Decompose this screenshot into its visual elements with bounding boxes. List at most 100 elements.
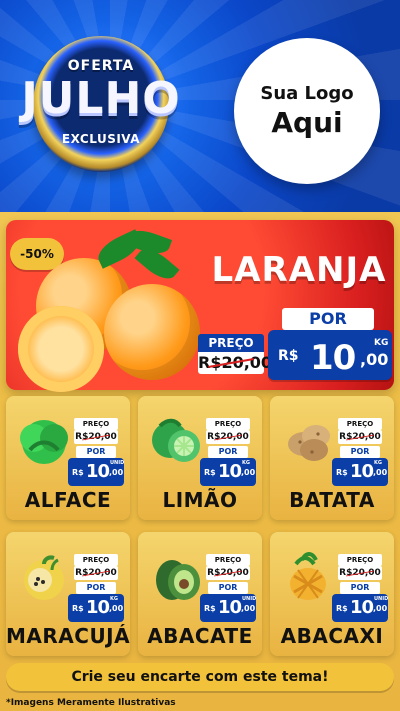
new-price-label: POR xyxy=(76,582,116,594)
new-price-value: R$ 10 ,00 UNID xyxy=(68,458,124,486)
new-price-label: POR xyxy=(282,308,374,330)
amount: 10 xyxy=(310,338,356,378)
product-name: MARACUJÁ xyxy=(6,624,131,648)
old-price-label: PREÇO xyxy=(198,334,264,352)
lime-icon xyxy=(146,410,206,470)
product-name: ABACAXI xyxy=(280,624,384,648)
old-price-label: PREÇO xyxy=(338,418,382,430)
badge-top-text: OFERTA xyxy=(67,58,135,74)
amount: 10 xyxy=(218,597,242,618)
new-price-value: R$ 10 ,00 UNID xyxy=(200,594,256,622)
new-price-value: R$ 10 ,00 KG xyxy=(332,458,388,486)
old-price-strike-container xyxy=(206,566,250,580)
unit: KG xyxy=(374,338,389,348)
strike-line xyxy=(214,434,242,441)
new-price-label: POR xyxy=(340,446,380,458)
featured-title: LARANJA xyxy=(211,250,387,290)
lettuce-icon xyxy=(14,410,74,470)
currency: R$ xyxy=(278,348,299,364)
currency: R$ xyxy=(204,604,216,613)
product-price-box: PREÇO R$20,00 POR R$ 10 ,00 KG xyxy=(332,418,388,486)
avocado-icon xyxy=(146,546,206,606)
offer-badge: OFERTA JULHO EXCLUSIVA xyxy=(16,26,186,176)
new-price-label: POR xyxy=(208,582,248,594)
old-price-strike-container xyxy=(74,566,118,580)
product-grid: PREÇO R$20,00 POR R$ 10 ,00 UNID ALFACE xyxy=(6,396,394,658)
amount: 10 xyxy=(218,461,242,482)
amount: 10 xyxy=(350,461,374,482)
product-card: PREÇO R$20,00 POR R$ 10 ,00 UNID ALFACE xyxy=(6,396,130,520)
cta-banner: Crie seu encarte com este tema! xyxy=(6,663,394,691)
new-price-value: R$ 10 ,00 KG xyxy=(68,594,124,622)
potato-icon xyxy=(278,410,338,470)
cents: ,00 xyxy=(241,468,256,477)
amount: 10 xyxy=(86,597,110,618)
product-price-box: PREÇO R$20,00 POR R$ 10 ,00 UNID xyxy=(332,554,388,622)
product-card: PREÇO R$20,00 POR R$ 10 ,00 UNID ABACATE xyxy=(138,532,262,656)
badge-main-text: JULHO xyxy=(21,73,181,124)
product-name: ABACATE xyxy=(147,624,253,648)
old-price-label: PREÇO xyxy=(338,554,382,566)
new-price-label: POR xyxy=(76,446,116,458)
cents: ,00 xyxy=(373,468,388,477)
logo-placeholder: Sua Logo Aqui xyxy=(234,38,380,184)
cents: ,00 xyxy=(241,604,256,613)
unit: KG xyxy=(374,460,382,466)
old-price-strike-container xyxy=(74,430,118,444)
amount: 10 xyxy=(86,461,110,482)
product-price-box: PREÇO R$20,00 POR R$ 10 ,00 UNID xyxy=(68,418,124,486)
old-price-strike-container xyxy=(338,566,382,580)
unit: UNID xyxy=(374,596,389,602)
amount: 10 xyxy=(350,597,374,618)
product-name: LIMÃO xyxy=(162,488,238,512)
unit: UNID xyxy=(242,596,257,602)
old-price-strike-container xyxy=(206,430,250,444)
cents: ,00 xyxy=(360,350,389,369)
product-price-box: PREÇO R$20,00 POR R$ 10 ,00 KG xyxy=(200,418,256,486)
orange-image xyxy=(18,225,208,392)
new-price-label: POR xyxy=(340,582,380,594)
product-price-box: PREÇO R$20,00 POR R$ 10 ,00 UNID xyxy=(200,554,256,622)
new-price-label: POR xyxy=(208,446,248,458)
cents: ,00 xyxy=(373,604,388,613)
pineapple-icon xyxy=(278,546,338,606)
strike-line xyxy=(346,570,374,577)
promo-flyer: OFERTA JULHO EXCLUSIVA Sua Logo Aqui -50… xyxy=(0,0,400,711)
strike-line xyxy=(214,570,242,577)
product-card: PREÇO R$20,00 POR R$ 10 ,00 UNID ABACAXI xyxy=(270,532,394,656)
disclaimer-text: *Imagens Meramente Ilustrativas xyxy=(6,698,176,708)
old-price-label: PREÇO xyxy=(74,418,118,430)
old-price-label: PREÇO xyxy=(74,554,118,566)
logo-line-1: Sua Logo xyxy=(260,83,354,104)
cents: ,00 xyxy=(109,468,124,477)
featured-old-price: PREÇO R$20,00 xyxy=(198,334,272,378)
featured-new-price: POR R$ 10 ,00 KG xyxy=(262,308,392,382)
currency: R$ xyxy=(72,468,84,477)
product-card: PREÇO R$20,00 POR R$ 10 ,00 KG BATATA xyxy=(270,396,394,520)
currency: R$ xyxy=(336,468,348,477)
old-price-label: PREÇO xyxy=(206,554,250,566)
currency: R$ xyxy=(204,468,216,477)
new-price-value: R$ 10 ,00 UNID xyxy=(332,594,388,622)
old-price-label: PREÇO xyxy=(206,418,250,430)
currency: R$ xyxy=(336,604,348,613)
strike-line xyxy=(82,570,110,577)
strike-line xyxy=(82,434,110,441)
unit: KG xyxy=(242,460,250,466)
logo-line-2: Aqui xyxy=(271,106,343,139)
new-price-value: R$ 10 ,00 KG xyxy=(268,330,392,380)
product-name: BATATA xyxy=(289,488,375,512)
product-price-box: PREÇO R$20,00 POR R$ 10 ,00 KG xyxy=(68,554,124,622)
unit: UNID xyxy=(110,460,125,466)
product-card: PREÇO R$20,00 POR R$ 10 ,00 KG MARACUJÁ xyxy=(6,532,130,656)
product-card: PREÇO R$20,00 POR R$ 10 ,00 KG LIMÃO xyxy=(138,396,262,520)
product-name: ALFACE xyxy=(24,488,112,512)
new-price-value: R$ 10 ,00 KG xyxy=(200,458,256,486)
old-price-strike-container xyxy=(338,430,382,444)
orange-icon xyxy=(104,284,200,380)
badge-bottom-text: EXCLUSIVA xyxy=(61,132,141,146)
strike-line xyxy=(346,434,374,441)
orange-slice-icon xyxy=(18,306,104,392)
cta-text: Crie seu encarte com este tema! xyxy=(71,669,329,685)
unit: KG xyxy=(110,596,118,602)
